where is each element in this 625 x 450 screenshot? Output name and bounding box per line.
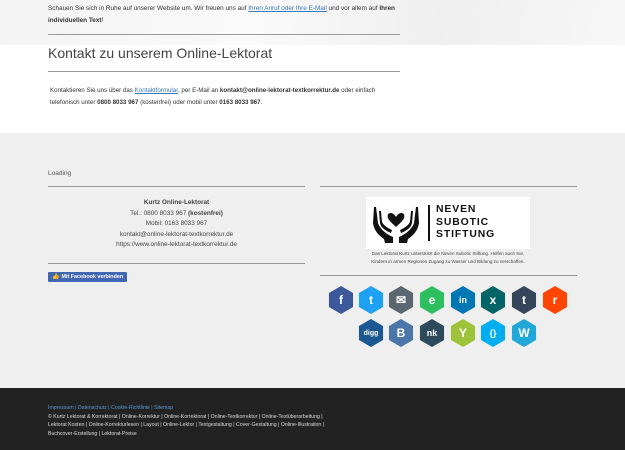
call-or-email-link[interactable]: Ihren Anruf oder Ihre E-Mail bbox=[248, 5, 327, 12]
hero-text-part: und vor allem auf bbox=[326, 5, 380, 12]
wordmark-line: NEVEN bbox=[436, 204, 477, 216]
contact-form-link[interactable]: Kontaktformular bbox=[135, 87, 178, 94]
divider bbox=[48, 34, 400, 35]
footer-body: © Kurtz Lektorat & Korrektorat | Online-… bbox=[48, 413, 325, 437]
contact-text-part: . bbox=[260, 98, 263, 106]
thumbs-up-icon: 👍 bbox=[52, 274, 60, 280]
loading-text: Loading bbox=[48, 170, 72, 177]
company-email: kontakt@online-lektorat-textkorrektur.de bbox=[119, 230, 234, 238]
contact-text-part: Kontaktieren Sie uns über das bbox=[50, 87, 135, 94]
divider bbox=[320, 275, 577, 276]
facebook-connect-label: Mit Facebook verbinden bbox=[61, 274, 124, 280]
contact-text-part: , per E-Mail an bbox=[177, 87, 220, 94]
footer-text: Impressum | Datenschutz | Cookie-Richtli… bbox=[48, 404, 340, 438]
hero-bold-text: individuellen Text bbox=[48, 16, 102, 24]
company-mobile: Mobil: 0163 8033 967 bbox=[145, 220, 208, 228]
neven-subotic-logo[interactable]: NEVEN SUBOTIC STIFTUNG bbox=[366, 197, 530, 249]
contact-paragraph: Kontaktieren Sie uns über das Kontaktfor… bbox=[50, 85, 402, 108]
footer-widget-area bbox=[0, 133, 625, 388]
contact-mobile: 0163 8033 967 bbox=[219, 98, 261, 106]
divider bbox=[48, 263, 305, 264]
hero-bold-text: Ihren bbox=[379, 5, 395, 12]
contact-phone: 0800 8033 967 bbox=[97, 98, 139, 106]
footer-links[interactable]: Impressum | Datenschutz | Cookie-Richtli… bbox=[48, 404, 340, 413]
wordmark-line: SUBOTIC bbox=[436, 216, 490, 228]
company-phone: Tel.: 0800 8033 967 (kostenfrei) bbox=[48, 209, 305, 220]
hero-text: Schauen Sie sich in Ruhe auf unserer Web… bbox=[48, 3, 403, 26]
facebook-connect-button[interactable]: 👍 Mit Facebook verbinden bbox=[48, 272, 128, 282]
hands-heart-icon bbox=[366, 197, 426, 249]
contact-email: kontakt@online-lektorat-textkorrektur.de bbox=[219, 87, 340, 94]
contact-text-part: (kostenfrei) oder mobil unter bbox=[138, 98, 220, 106]
logo-divider bbox=[428, 205, 430, 241]
divider bbox=[48, 186, 305, 187]
hero-text-part: ! bbox=[101, 16, 104, 24]
contact-heading: Kontakt zu unserem Online-Lektorat bbox=[48, 45, 273, 61]
company-name: Kurtz Online-Lektorat bbox=[143, 199, 210, 206]
company-phone-note: (kostenfrei) bbox=[188, 209, 223, 217]
neven-wordmark: NEVEN SUBOTIC STIFTUNG bbox=[436, 204, 495, 242]
neven-caption: Das Lektorat Kurtz unterstützt die Neven… bbox=[371, 251, 525, 264]
wordmark-line: STIFTUNG bbox=[436, 229, 496, 241]
company-phone-number: Tel.: 0800 8033 967 bbox=[130, 209, 189, 217]
hero-text-part: Schauen Sie sich in Ruhe auf unserer Web… bbox=[48, 5, 249, 12]
divider bbox=[48, 71, 400, 72]
company-url: https://www.online-lektorat-textkorrektu… bbox=[116, 241, 237, 249]
company-info: Kurtz Online-Lektorat Tel.: 0800 8033 96… bbox=[48, 198, 305, 251]
divider bbox=[320, 186, 577, 187]
